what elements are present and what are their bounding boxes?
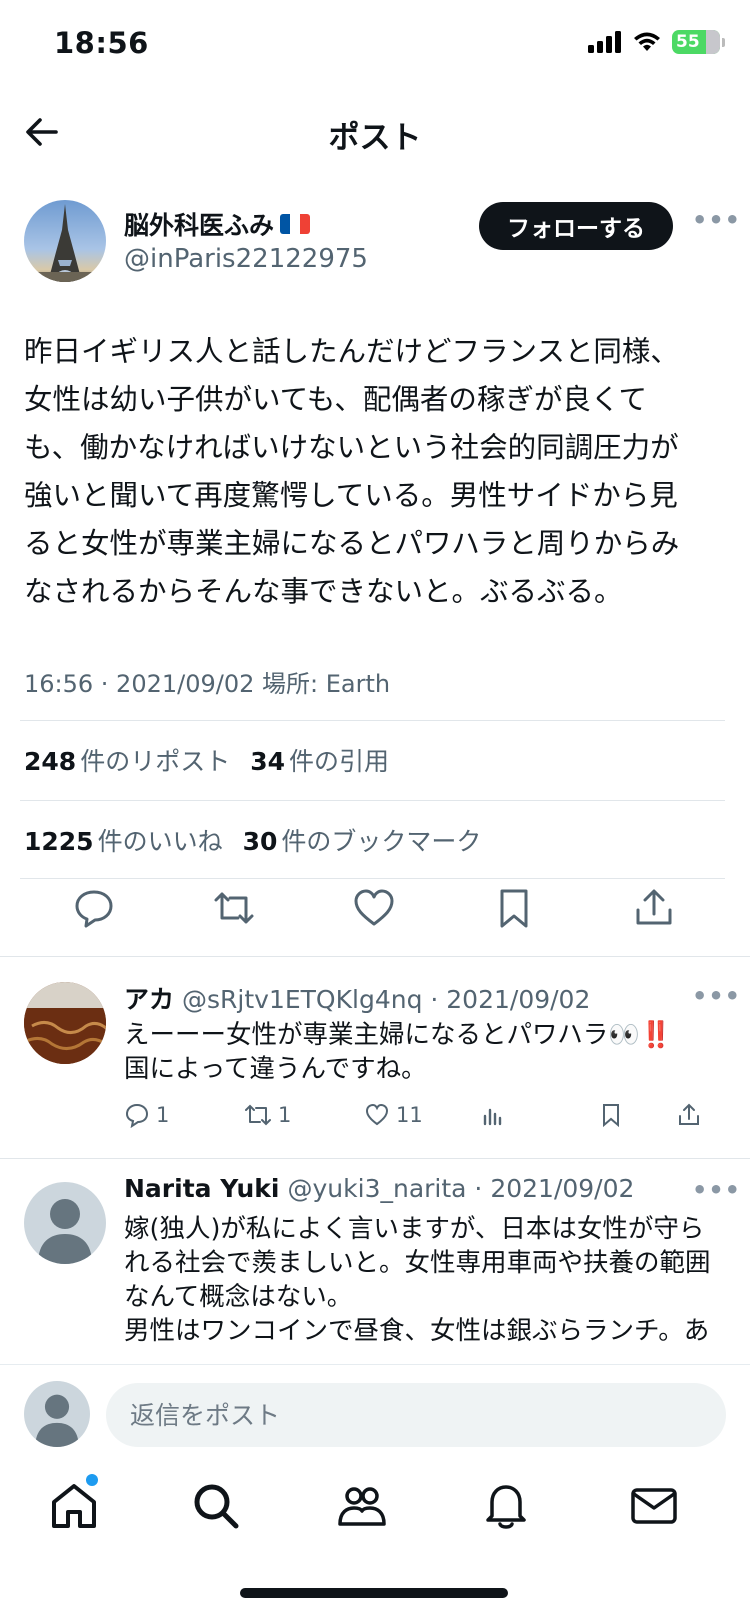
bookmark-icon[interactable] bbox=[492, 886, 536, 930]
reply-more-options-icon[interactable]: ••• bbox=[692, 982, 741, 1010]
battery-level: 55 bbox=[676, 32, 700, 52]
like-heart-icon[interactable] bbox=[352, 886, 396, 930]
reply-author-name[interactable]: アカ bbox=[124, 985, 174, 1014]
divider bbox=[20, 800, 725, 801]
share-icon[interactable] bbox=[676, 1102, 702, 1128]
status-bar: 18:56 55 bbox=[0, 0, 750, 90]
follow-button[interactable]: フォローする bbox=[479, 202, 673, 250]
reply-header: Narita Yuki @yuki3_narita · 2021/09/02 bbox=[124, 1174, 634, 1203]
post-text: 昨日イギリス人と話したんだけどフランスと同様、 女性は幼い子供がいても、配偶者の… bbox=[24, 335, 680, 608]
divider bbox=[20, 720, 725, 721]
eiffel-tower-image bbox=[24, 204, 106, 282]
share-icon[interactable] bbox=[632, 886, 676, 930]
page-title: ポスト bbox=[328, 120, 422, 156]
post-timestamp: 16:56 · 2021/09/02 場所: Earth bbox=[24, 670, 391, 698]
like-count: 11 bbox=[396, 1103, 423, 1127]
post-action-bar bbox=[0, 886, 750, 956]
bookmark-count[interactable]: 30 件のブックマーク bbox=[243, 822, 482, 858]
like-count[interactable]: 1225 件のいいね bbox=[24, 822, 223, 858]
reply-input[interactable] bbox=[106, 1383, 726, 1447]
more-options-icon[interactable]: ••• bbox=[692, 206, 741, 234]
reply-icon bbox=[125, 1103, 149, 1128]
reply-author-handle[interactable]: @yuki3_narita · 2021/09/02 bbox=[288, 1174, 635, 1203]
reply-composer bbox=[0, 1364, 750, 1454]
reply-text: えーーー女性が専業主婦になるとパワハラ👀‼️ 国によって違うんですね。 bbox=[124, 1020, 672, 1084]
like-heart-icon bbox=[365, 1103, 389, 1126]
reply-text: 嫁(独人)が私によく言いますが、日本は女性が守ら れる社会で羨ましいと。女性専用… bbox=[124, 1214, 711, 1346]
cellular-signal-icon bbox=[588, 31, 621, 53]
stats-row-likes: 1225 件のいいね 30 件のブックマーク bbox=[24, 822, 481, 858]
author-handle[interactable]: @inParis22122975 bbox=[124, 244, 368, 274]
default-avatar-icon bbox=[38, 1199, 92, 1264]
nav-header: ポスト bbox=[0, 90, 750, 176]
reply-repost-button[interactable]: 1 bbox=[244, 1102, 291, 1128]
new-activity-dot bbox=[86, 1474, 98, 1486]
author-name-text: 脳外科医ふみ bbox=[124, 211, 275, 240]
stats-row-reposts: 248 件のリポスト 34 件の引用 bbox=[24, 742, 389, 778]
status-icons: 55 bbox=[588, 30, 725, 54]
repost-count: 1 bbox=[278, 1103, 292, 1127]
bookmark-icon[interactable] bbox=[598, 1102, 624, 1128]
search-icon[interactable] bbox=[188, 1478, 244, 1534]
france-flag-icon bbox=[280, 214, 311, 234]
repost-icon[interactable] bbox=[212, 886, 256, 930]
my-avatar bbox=[24, 1381, 90, 1447]
reply-more-options-icon[interactable]: ••• bbox=[692, 1176, 741, 1204]
avatar-photo bbox=[24, 982, 106, 1064]
default-avatar-icon bbox=[35, 1394, 79, 1447]
reply-count: 1 bbox=[156, 1103, 170, 1127]
divider bbox=[0, 956, 750, 957]
repost-icon bbox=[245, 1104, 271, 1126]
reply-icon[interactable] bbox=[72, 886, 116, 930]
home-icon[interactable] bbox=[46, 1478, 102, 1534]
messages-mail-icon[interactable] bbox=[626, 1478, 682, 1534]
reply-author-name[interactable]: Narita Yuki bbox=[124, 1174, 280, 1203]
analytics-icon[interactable] bbox=[480, 1102, 506, 1128]
quote-count[interactable]: 34 件の引用 bbox=[250, 742, 389, 778]
reply-like-button[interactable]: 11 bbox=[364, 1102, 423, 1128]
reply-header: アカ @sRjtv1ETQKlg4nq · 2021/09/02 bbox=[124, 980, 590, 1016]
repost-count[interactable]: 248 件のリポスト bbox=[24, 742, 230, 778]
divider bbox=[0, 1158, 750, 1159]
reply-reply-button[interactable]: 1 bbox=[124, 1102, 169, 1128]
home-indicator bbox=[240, 1588, 508, 1598]
divider bbox=[20, 878, 725, 879]
communities-icon[interactable] bbox=[334, 1478, 390, 1534]
reply-avatar[interactable] bbox=[24, 982, 106, 1064]
reply-author-handle[interactable]: @sRjtv1ETQKlg4nq · 2021/09/02 bbox=[182, 985, 590, 1014]
notifications-bell-icon[interactable] bbox=[478, 1478, 534, 1534]
bottom-tab-bar bbox=[0, 1460, 750, 1570]
status-time: 18:56 bbox=[54, 26, 149, 60]
author-name[interactable]: 脳外科医ふみ bbox=[124, 206, 311, 242]
author-avatar[interactable] bbox=[24, 200, 106, 282]
reply-action-bar: 1 1 11 bbox=[124, 1102, 724, 1138]
reply-avatar-default[interactable] bbox=[24, 1182, 106, 1264]
wifi-icon bbox=[634, 32, 660, 51]
battery-icon: 55 bbox=[672, 30, 725, 54]
